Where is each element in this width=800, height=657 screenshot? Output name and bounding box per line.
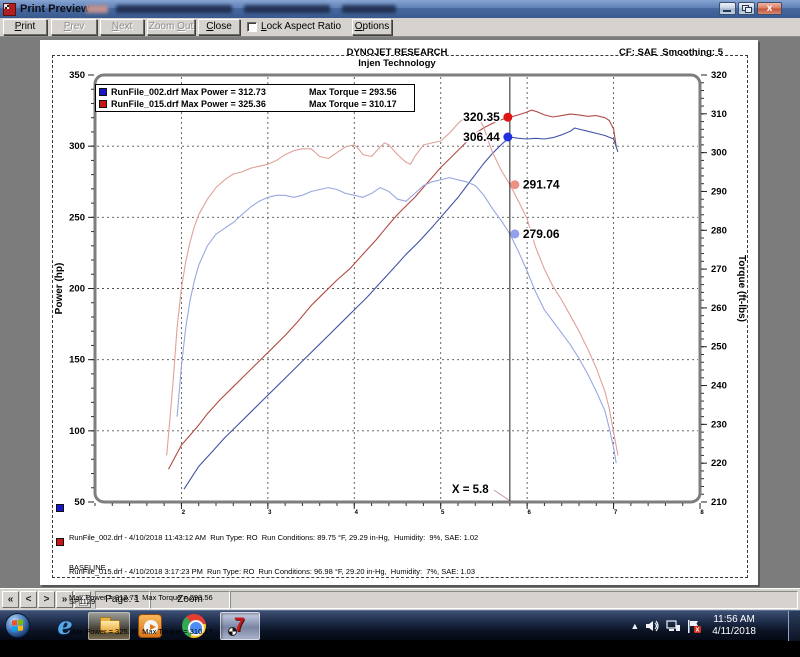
system-tray: ▲ x 11:56 AM 4/11/2018 bbox=[630, 611, 756, 641]
svg-text:260: 260 bbox=[711, 303, 727, 314]
svg-text:210: 210 bbox=[711, 497, 727, 508]
svg-text:8: 8 bbox=[700, 510, 704, 516]
legend-swatch-red bbox=[99, 100, 107, 108]
minimize-button[interactable] bbox=[719, 2, 736, 15]
taskbar-clock[interactable]: 11:56 AM 4/11/2018 bbox=[712, 614, 756, 638]
annotation-swatch-blue bbox=[56, 504, 64, 512]
hidden-icons-button[interactable]: ▲ bbox=[630, 621, 639, 631]
close-icon: x bbox=[758, 3, 781, 14]
titlebar-redacted-text bbox=[86, 5, 108, 13]
next-button[interactable]: Next bbox=[100, 19, 144, 35]
minimize-icon bbox=[723, 10, 731, 12]
svg-text:230: 230 bbox=[711, 419, 727, 430]
options-button[interactable]: Options bbox=[352, 19, 392, 35]
cursor-marker-value: 291.74 bbox=[523, 178, 560, 192]
cursor-marker-dot bbox=[510, 229, 519, 238]
svg-text:6: 6 bbox=[527, 510, 531, 516]
svg-text:240: 240 bbox=[711, 381, 727, 392]
svg-text:100: 100 bbox=[69, 426, 85, 437]
prev-page-button[interactable]: < bbox=[20, 591, 37, 608]
svg-text:300: 300 bbox=[711, 148, 727, 159]
close-window-button[interactable]: x bbox=[757, 2, 782, 15]
start-button[interactable] bbox=[5, 613, 30, 638]
close-preview-button[interactable]: Close bbox=[198, 19, 240, 35]
cursor-marker-value: 320.35 bbox=[463, 110, 500, 124]
titlebar[interactable]: Print Preview x bbox=[0, 0, 800, 18]
cursor-marker-dot bbox=[503, 113, 512, 122]
svg-text:350: 350 bbox=[69, 70, 85, 81]
titlebar-redacted-text bbox=[116, 5, 232, 13]
print-button[interactable]: Print bbox=[3, 19, 47, 35]
cursor-marker-dot bbox=[503, 133, 512, 142]
svg-text:280: 280 bbox=[711, 225, 727, 236]
show-desktop-button[interactable] bbox=[788, 611, 800, 641]
titlebar-redacted-text bbox=[244, 5, 330, 13]
run-annotation-sp1129: RunFile_015.drf - 4/10/2018 3:17:23 PM R… bbox=[69, 537, 475, 657]
svg-text:290: 290 bbox=[711, 186, 727, 197]
cursor-marker-value: 306.44 bbox=[463, 130, 500, 144]
action-center-flag-icon[interactable]: x bbox=[687, 620, 701, 633]
zoom-out-button[interactable]: Zoom Out bbox=[147, 19, 195, 35]
svg-text:7: 7 bbox=[614, 510, 618, 516]
titlebar-redacted-text bbox=[342, 5, 396, 13]
windows-logo-icon bbox=[12, 619, 23, 631]
svg-text:150: 150 bbox=[69, 355, 85, 366]
svg-text:300: 300 bbox=[69, 141, 85, 152]
svg-text:220: 220 bbox=[711, 458, 727, 469]
legend-row: RunFile_015.drf Max Power = 325.36 Max T… bbox=[99, 98, 411, 110]
prev-button[interactable]: Prev bbox=[51, 19, 97, 35]
svg-text:250: 250 bbox=[711, 342, 727, 353]
preview-area: 2345678350300250200150100503203103002902… bbox=[0, 37, 800, 588]
svg-text:270: 270 bbox=[711, 264, 727, 275]
next-page-button[interactable]: > bbox=[38, 591, 55, 608]
first-page-button[interactable]: « bbox=[2, 591, 19, 608]
winpep-app-icon bbox=[3, 3, 16, 16]
print-preview-window: Print Preview x Print Prev Next Zoom Out… bbox=[0, 0, 800, 610]
chart-legend: RunFile_002.drf Max Power = 312.73 Max T… bbox=[95, 84, 415, 112]
cursor-marker-value: 279.06 bbox=[523, 227, 560, 241]
preview-page: 2345678350300250200150100503203103002902… bbox=[40, 40, 758, 585]
svg-text:320: 320 bbox=[711, 70, 727, 81]
toolbar: Print Prev Next Zoom Out Close Lock Aspe… bbox=[0, 18, 800, 37]
network-icon[interactable] bbox=[666, 620, 680, 632]
y-right-axis-label: Torque (ft-lbs) bbox=[736, 255, 747, 322]
legend-swatch-blue bbox=[99, 88, 107, 96]
lock-aspect-ratio-checkbox[interactable] bbox=[247, 22, 257, 32]
legend-row: RunFile_002.drf Max Power = 312.73 Max T… bbox=[99, 86, 411, 98]
cursor-marker-dot bbox=[510, 180, 519, 189]
window-title: Print Preview bbox=[20, 3, 90, 15]
volume-icon[interactable] bbox=[646, 620, 659, 632]
svg-text:250: 250 bbox=[69, 212, 85, 223]
svg-text:310: 310 bbox=[711, 109, 727, 120]
svg-text:200: 200 bbox=[69, 284, 85, 295]
svg-text:x: x bbox=[696, 626, 700, 633]
lock-aspect-ratio-label: Lock Aspect Ratio bbox=[261, 21, 341, 32]
cursor-x-label: X = 5.8 bbox=[452, 484, 489, 496]
annotation-swatch-red bbox=[56, 538, 64, 546]
restore-button[interactable] bbox=[738, 2, 755, 15]
y-left-axis-label: Power (hp) bbox=[54, 263, 65, 315]
